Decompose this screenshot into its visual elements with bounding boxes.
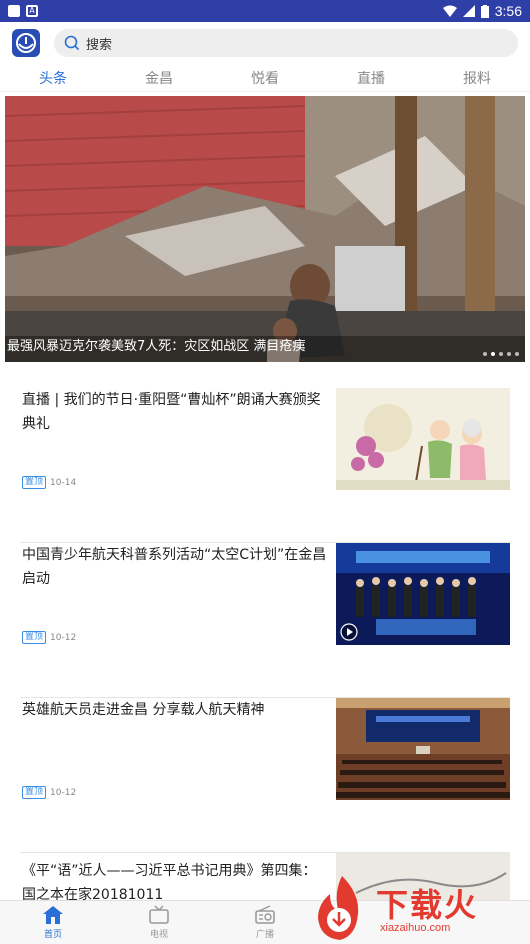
play-video-icon[interactable]: [340, 623, 358, 641]
app-logo[interactable]: [12, 29, 40, 57]
hero-banner[interactable]: 最强风暴迈克尔袭美致7人死：灾区如战区 满目疮痍: [5, 96, 525, 362]
channel-tabs: 头条 金昌 悦看 直播 报料: [0, 64, 530, 92]
status-bar: A 3:56: [0, 0, 530, 22]
pinned-badge: 置顶: [22, 631, 47, 644]
news-title: 直播 | 我们的节日·重阳暨“曹灿杯”朗诵大赛颁奖典礼: [22, 392, 321, 432]
app-logo-icon: [16, 33, 36, 53]
battery-icon: [480, 4, 489, 18]
news-date: 10-12: [50, 787, 77, 798]
news-meta: 置顶 10-12: [22, 786, 76, 799]
news-thumbnail: [336, 698, 510, 800]
tab-headlines[interactable]: 头条: [0, 68, 106, 88]
news-list: 直播 | 我们的节日·重阳暨“曹灿杯”朗诵大赛颁奖典礼 置顶 10-14 中国青…: [0, 388, 530, 944]
tab-jinchang[interactable]: 金昌: [106, 68, 212, 88]
space-c-plan-stage: [336, 543, 510, 645]
news-title: 中国青少年航天科普系列活动“太空C计划”在金昌启动: [22, 547, 327, 587]
news-meta: 置顶 10-12: [22, 631, 76, 644]
header: 搜索: [0, 22, 530, 64]
tv-icon: [149, 905, 169, 924]
news-thumbnail: [336, 388, 510, 490]
news-meta: 置顶 10-14: [22, 476, 76, 489]
flame-logo-icon: [318, 876, 359, 940]
carousel-dot: [507, 352, 511, 356]
news-date: 10-14: [50, 477, 77, 488]
pinned-badge: 置顶: [22, 786, 47, 799]
carousel-dot: [499, 352, 503, 356]
hero-image: [5, 96, 525, 362]
tab-report[interactable]: 报料: [424, 68, 530, 88]
nav-tv-label: 电视: [149, 930, 168, 940]
radio-icon: [255, 905, 275, 924]
news-title: 英雄航天员走进金昌 分享载人航天精神: [22, 702, 265, 718]
app-screen: A 3:56 搜索 头条 金昌 悦看 直播 报料 最强风暴迈克尔袭美致7人死：灾…: [0, 0, 530, 944]
elderly-couple-illustration: [336, 388, 510, 490]
watermark-text: 下载火: [376, 886, 479, 924]
news-item[interactable]: 直播 | 我们的节日·重阳暨“曹灿杯”朗诵大赛颁奖典礼 置顶 10-14: [20, 388, 510, 543]
news-thumbnail: [336, 543, 510, 645]
news-item[interactable]: 英雄航天员走进金昌 分享载人航天精神 置顶 10-12: [20, 698, 510, 853]
nav-radio-label: 广播: [255, 930, 274, 940]
hero-caption: 最强风暴迈克尔袭美致7人死：灾区如战区 满目疮痍: [7, 339, 306, 354]
home-icon: [43, 906, 63, 924]
watermark-url: xiazaihuo.com: [380, 922, 451, 934]
app-notification-icon: A: [26, 5, 38, 17]
tab-yuekan[interactable]: 悦看: [212, 68, 318, 88]
nav-tv[interactable]: 电视: [106, 901, 212, 944]
carousel-indicator: [483, 352, 519, 356]
notification-icon: [8, 5, 20, 17]
news-item[interactable]: 中国青少年航天科普系列活动“太空C计划”在金昌启动 置顶 10-12: [20, 543, 510, 698]
news-date: 10-12: [50, 632, 77, 643]
pinned-badge: 置顶: [22, 476, 47, 489]
auditorium-event: [336, 698, 510, 800]
carousel-dot: [491, 352, 495, 356]
status-time: 3:56: [494, 3, 522, 19]
signal-icon: [462, 5, 475, 17]
nav-home[interactable]: 首页: [0, 901, 106, 944]
tab-live[interactable]: 直播: [318, 68, 424, 88]
search-icon: [64, 35, 80, 51]
carousel-dot: [515, 352, 519, 356]
search-bar[interactable]: 搜索: [54, 29, 518, 57]
watermark: 下载火 xiazaihuo.com: [310, 874, 530, 944]
search-placeholder: 搜索: [86, 37, 113, 53]
nav-home-label: 首页: [43, 930, 62, 940]
carousel-dot: [483, 352, 487, 356]
nav-radio[interactable]: 广播: [212, 901, 318, 944]
wifi-icon: [442, 5, 457, 17]
